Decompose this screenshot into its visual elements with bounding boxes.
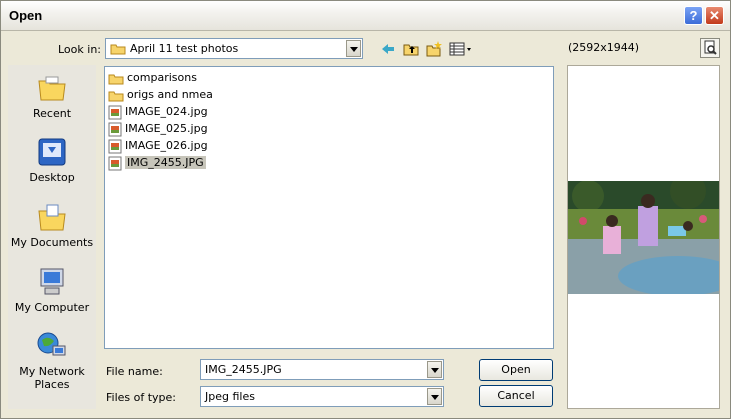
file-type-label: Files of type: [106,391,177,404]
file-name-combo[interactable]: IMG_2455.JPG [200,359,444,380]
image-file-icon [108,139,122,153]
list-item-label: IMAGE_024.jpg [125,105,208,118]
place-desktop[interactable]: Desktop [8,137,96,184]
dialog-title: Open [9,8,43,23]
file-type-value: Jpeg files [205,390,255,403]
file-name-label: File name: [106,365,163,378]
help-button[interactable]: ? [684,6,703,25]
place-recent[interactable]: Recent [8,73,96,120]
list-item-label: origs and nmea [127,88,213,101]
place-my-computer-label: My Computer [14,301,90,314]
chevron-down-icon[interactable] [427,388,442,405]
folder-icon [108,74,124,84]
image-file-icon [108,105,122,119]
recent-folder-icon [38,76,66,101]
list-item[interactable]: origs and nmea [108,87,213,102]
views-menu-icon[interactable] [448,40,474,58]
file-type-combo[interactable]: Jpeg files [200,386,444,407]
look-in-label: Look in: [58,43,101,56]
list-item-label: IMAGE_025.jpg [125,122,208,135]
file-list[interactable]: comparisons origs and nmea IMAGE_024.jpg… [104,66,554,349]
image-resolution: (2592x1944) [568,41,640,54]
chevron-down-icon[interactable] [346,40,361,57]
place-network[interactable]: My Network Places [8,331,96,391]
back-arrow-icon[interactable] [379,40,397,58]
list-item[interactable]: comparisons [108,70,197,85]
list-item[interactable]: IMAGE_025.jpg [108,121,208,136]
places-bar: Recent Desktop My Documents My Computer … [8,65,96,409]
up-folder-icon[interactable] [402,40,420,58]
folder-icon [108,91,124,101]
list-item-label: comparisons [127,71,197,84]
place-my-documents-label: My Documents [10,236,94,249]
place-network-label: My Network Places [19,365,85,391]
desktop-icon [38,138,66,166]
image-preview-pane [567,65,720,409]
open-dialog: Open ? ✕ Look in: April 11 test photos R… [0,0,731,419]
look-in-combo[interactable]: April 11 test photos [105,38,363,59]
list-item-label: IMAGE_026.jpg [125,139,208,152]
open-button[interactable]: Open [479,359,553,381]
chevron-down-icon[interactable] [427,361,442,378]
file-name-input[interactable]: IMG_2455.JPG [205,363,282,376]
list-item[interactable]: IMAGE_026.jpg [108,138,208,153]
preview-toggle-icon[interactable] [700,38,720,58]
title-bar[interactable]: Open ? ✕ [1,1,730,31]
place-desktop-label: Desktop [29,171,75,184]
look-in-value: April 11 test photos [130,42,239,55]
place-recent-label: Recent [32,107,72,120]
list-item-selected[interactable]: IMG_2455.JPG [108,155,206,170]
list-item[interactable]: IMAGE_024.jpg [108,104,208,119]
photo-preview [568,181,719,294]
new-folder-icon[interactable] [425,40,443,58]
close-button[interactable]: ✕ [705,6,724,25]
place-my-documents[interactable]: My Documents [8,202,96,249]
cancel-button[interactable]: Cancel [479,385,553,407]
my-computer-icon [40,268,64,295]
network-places-icon [37,332,66,356]
image-file-icon [108,156,122,170]
image-file-icon [108,122,122,136]
place-my-computer[interactable]: My Computer [8,267,96,314]
folder-icon [110,44,126,55]
list-item-label: IMG_2455.JPG [125,156,206,169]
my-documents-icon [38,204,66,231]
